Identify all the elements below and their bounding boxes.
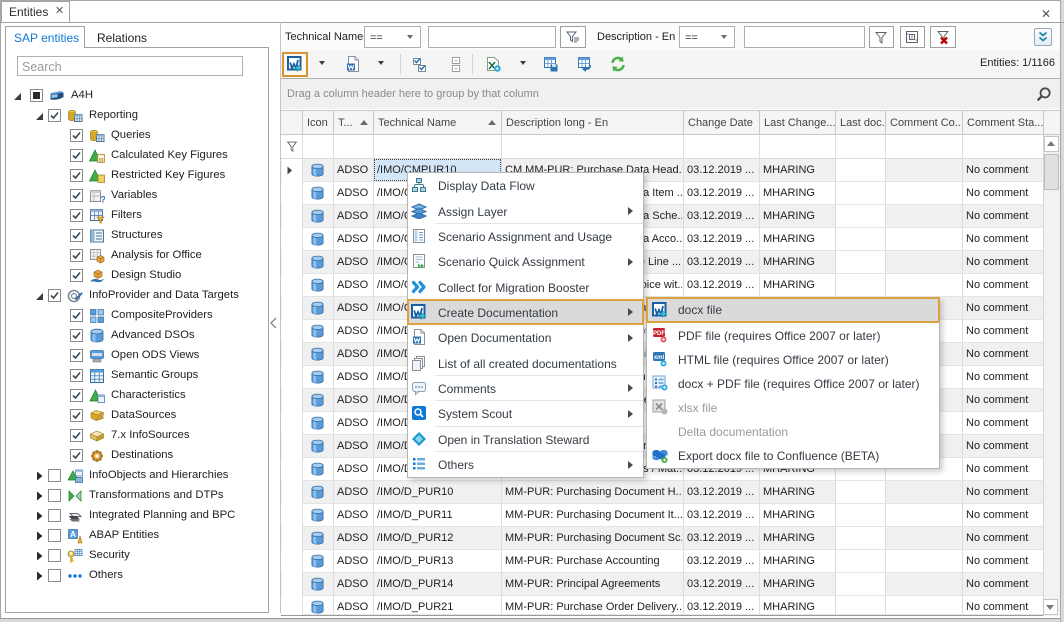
- svg-text:PDF: PDF: [653, 331, 665, 337]
- svg-text:A: A: [70, 530, 76, 539]
- svg-text:?: ?: [101, 195, 106, 205]
- svg-text:xml: xml: [654, 355, 665, 361]
